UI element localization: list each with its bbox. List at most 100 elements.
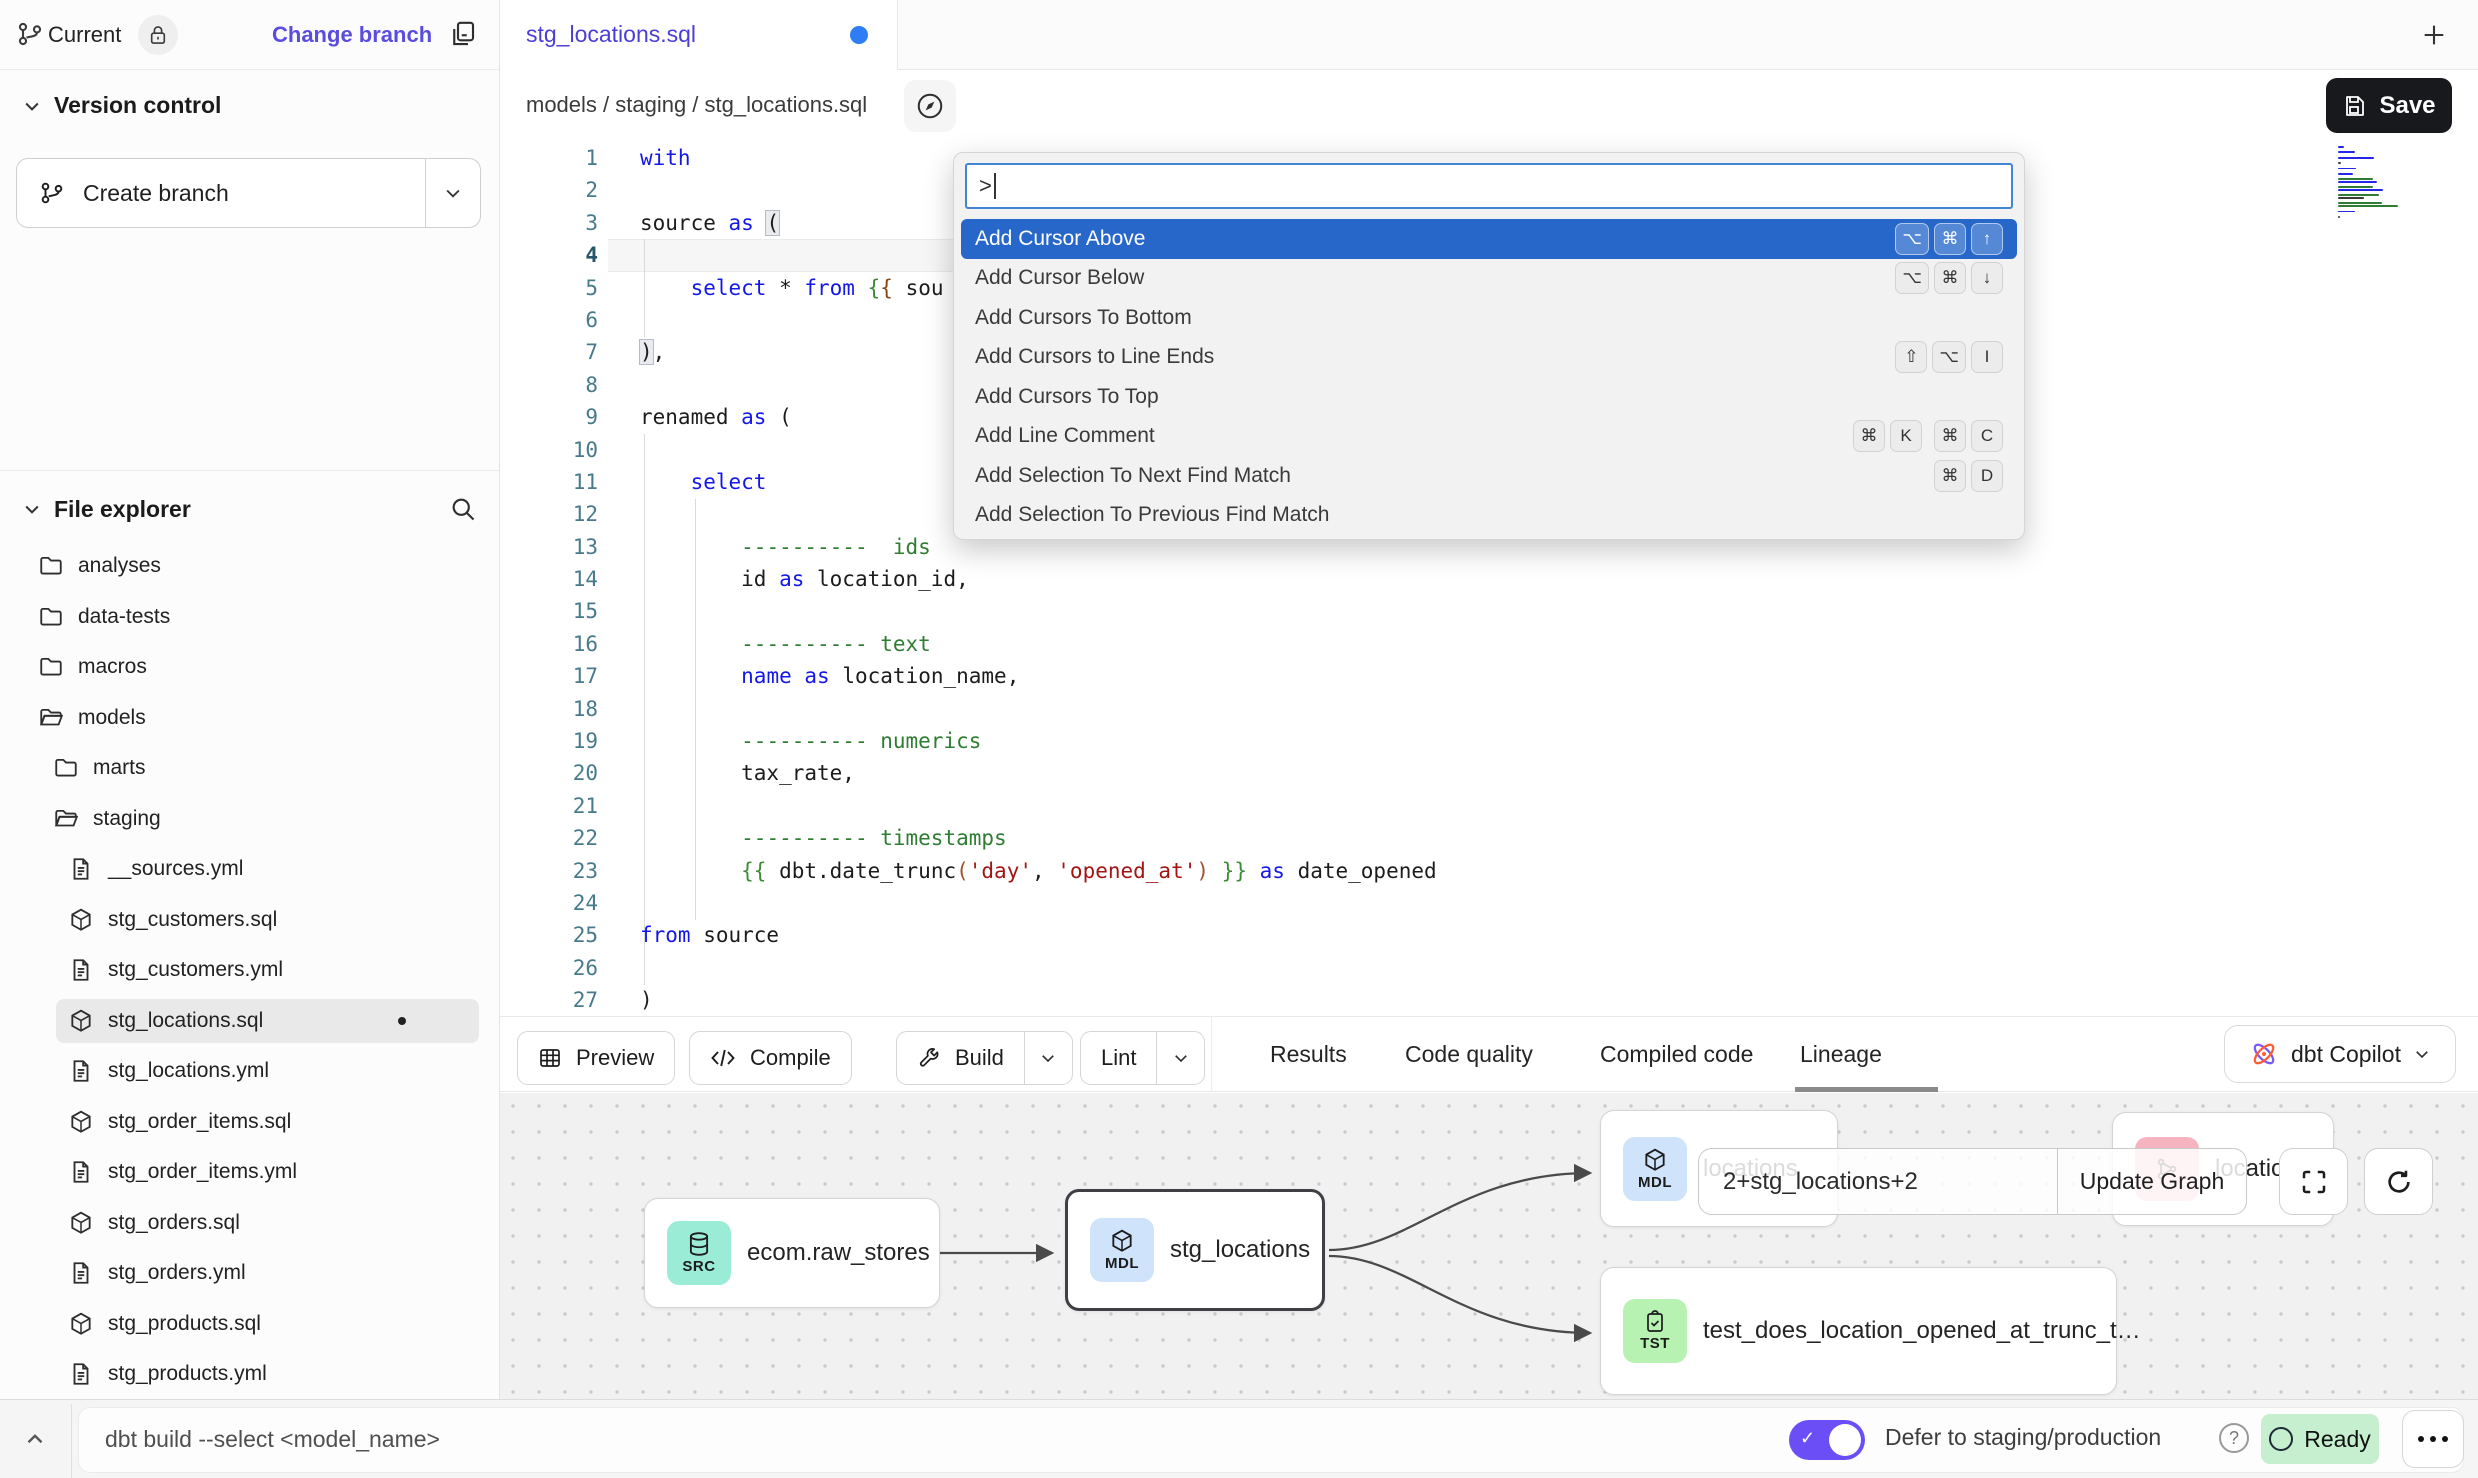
lineage-node-tst[interactable]: TSTtest_does_location_opened_at_trunc_t… <box>1600 1267 2117 1395</box>
file-icon <box>68 1361 94 1387</box>
panel-tab-results[interactable]: Results <box>1270 1017 1347 1091</box>
code-line-23[interactable]: 23 {{ dbt.date_trunc('day', 'opened_at')… <box>500 855 2478 887</box>
panel-tab-code-quality[interactable]: Code quality <box>1405 1017 1533 1091</box>
minimap[interactable] <box>2338 146 2404 219</box>
check-icon: ✓ <box>1800 1428 1815 1449</box>
chevron-up-icon[interactable] <box>22 1426 48 1452</box>
dbt-copilot-icon <box>2249 1039 2279 1069</box>
code-line-19[interactable]: 19 ---------- numerics <box>500 725 2478 757</box>
breadcrumb-row: models / staging / stg_locations.sql Sav… <box>500 70 2478 142</box>
palette-item-add-cursors-to-line-ends[interactable]: Add Cursors to Line Ends⇧⌥I <box>961 338 2017 378</box>
code-line-20[interactable]: 20 tax_rate, <box>500 757 2478 789</box>
save-button[interactable]: Save <box>2326 78 2452 133</box>
fullscreen-button[interactable] <box>2279 1148 2348 1215</box>
tab-stg-locations-sql[interactable]: stg_locations.sql <box>500 0 898 70</box>
palette-item-add-cursors-to-bottom[interactable]: Add Cursors To Bottom <box>961 298 2017 338</box>
divider <box>71 1404 72 1478</box>
minimap-line <box>2338 151 2355 153</box>
file-tree-item-analyses[interactable]: analyses <box>0 541 499 592</box>
file-tree-item-stg-orders-yml[interactable]: stg_orders.yml <box>0 1248 499 1299</box>
key-chip: D <box>1971 460 2003 492</box>
code-line-16[interactable]: 16 ---------- text <box>500 628 2478 660</box>
file-tree-item-data-tests[interactable]: data-tests <box>0 592 499 643</box>
file-name: stg_order_items.sql <box>108 1110 291 1134</box>
palette-query: > <box>979 173 992 199</box>
version-control-section-header[interactable]: Version control <box>22 92 221 119</box>
search-icon[interactable] <box>449 495 477 523</box>
file-tree-item-marts[interactable]: marts <box>0 743 499 794</box>
file-icon <box>68 957 94 983</box>
defer-toggle[interactable]: ✓ <box>1789 1420 1865 1460</box>
file-tree-item-macros[interactable]: macros <box>0 642 499 693</box>
file-tree: analysesdata-testsmacrosmodels marts stagi… <box>0 541 499 1400</box>
code-icon <box>710 1047 736 1069</box>
palette-item-add-selection-to-next-find-match[interactable]: Add Selection To Next Find Match⌘D <box>961 456 2017 496</box>
lint-label: Lint <box>1101 1045 1136 1071</box>
file-tree-item-stg-order-items-sql[interactable]: stg_order_items.sql <box>0 1097 499 1148</box>
create-branch-dropdown[interactable] <box>425 159 480 227</box>
code-line-22[interactable]: 22 ---------- timestamps <box>500 822 2478 854</box>
code-line-25[interactable]: 25from source <box>500 919 2478 951</box>
code-line-17[interactable]: 17 name as location_name, <box>500 660 2478 692</box>
plus-icon <box>2420 21 2448 49</box>
code-line-27[interactable]: 27) <box>500 984 2478 1016</box>
dbt-command-input[interactable]: dbt build --select <model_name> <box>105 1426 440 1453</box>
file-tree-item--sources-yml[interactable]: __sources.yml <box>0 844 499 895</box>
file-tree-item-stg-locations-yml[interactable]: stg_locations.yml <box>0 1046 499 1097</box>
create-branch-main[interactable]: Create branch <box>17 180 425 207</box>
file-tree-item-stg-order-items-yml[interactable]: stg_order_items.yml <box>0 1147 499 1198</box>
compile-button[interactable]: Compile <box>689 1031 852 1085</box>
file-tree-item-stg-products-yml[interactable]: stg_products.yml <box>0 1349 499 1400</box>
code-line-26[interactable]: 26 <box>500 952 2478 984</box>
create-branch-button[interactable]: Create branch <box>16 158 481 228</box>
palette-item-add-selection-to-previous-find-match[interactable]: Add Selection To Previous Find Match <box>961 496 2017 536</box>
command-palette-input[interactable]: > <box>965 163 2013 209</box>
code-line-21[interactable]: 21 <box>500 790 2478 822</box>
build-button[interactable]: Build <box>896 1031 1073 1085</box>
lineage-graph[interactable]: SRCecom.raw_storesMDLstg_locationsMDLloc… <box>500 1093 2478 1399</box>
breadcrumb[interactable]: models / staging / stg_locations.sql <box>526 92 867 118</box>
palette-item-add-cursors-to-top[interactable]: Add Cursors To Top <box>961 377 2017 417</box>
preview-button[interactable]: Preview <box>517 1031 675 1085</box>
file-explorer-header[interactable]: File explorer <box>22 495 477 523</box>
help-icon[interactable]: ? <box>2219 1423 2249 1453</box>
lineage-node-src[interactable]: SRCecom.raw_stores <box>644 1198 940 1308</box>
build-label: Build <box>955 1045 1004 1071</box>
code-line-15[interactable]: 15 <box>500 595 2478 627</box>
palette-item-add-cursor-above[interactable]: Add Cursor Above⌥⌘↑ <box>961 219 2017 259</box>
more-options-button[interactable] <box>2402 1410 2464 1468</box>
file-tree-item-stg-products-sql[interactable]: stg_products.sql <box>0 1299 499 1350</box>
palette-item-add-cursor-below[interactable]: Add Cursor Below⌥⌘↓ <box>961 259 2017 299</box>
file-tree-item-stg-locations-sql[interactable]: stg_locations.sql <box>0 996 499 1047</box>
code-line-18[interactable]: 18 <box>500 693 2478 725</box>
file-tree-item-stg-orders-sql[interactable]: stg_orders.sql <box>0 1198 499 1249</box>
file-tree-item-stg-customers-yml[interactable]: stg_customers.yml <box>0 945 499 996</box>
status-ready-badge[interactable]: Ready <box>2261 1414 2379 1464</box>
panel-tab-compiled-code[interactable]: Compiled code <box>1600 1017 1753 1091</box>
divider <box>1211 1017 1212 1091</box>
lineage-node-mdl[interactable]: MDLstg_locations <box>1065 1189 1325 1311</box>
copy-icon[interactable] <box>448 18 478 50</box>
panel-tab-lineage[interactable]: Lineage <box>1800 1017 1882 1091</box>
chevron-down-icon <box>1039 1049 1057 1067</box>
refresh-button[interactable] <box>2364 1148 2433 1215</box>
new-tab-button[interactable] <box>2412 13 2456 57</box>
lint-dropdown[interactable] <box>1156 1032 1204 1084</box>
lineage-filter-input[interactable] <box>1699 1149 2057 1214</box>
code-line-14[interactable]: 14 id as location_id, <box>500 563 2478 595</box>
build-dropdown[interactable] <box>1024 1032 1072 1084</box>
change-branch-link[interactable]: Change branch <box>272 22 432 48</box>
file-name: marts <box>93 756 146 780</box>
model-icon <box>68 1210 94 1236</box>
palette-item-add-line-comment[interactable]: Add Line Comment⌘K⌘C <box>961 417 2017 457</box>
lint-button[interactable]: Lint <box>1080 1031 1205 1085</box>
file-tree-item-staging[interactable]: staging <box>0 794 499 845</box>
minimap-line <box>2338 205 2398 207</box>
code-line-24[interactable]: 24 <box>500 887 2478 919</box>
file-tree-item-stg-customers-sql[interactable]: stg_customers.sql <box>0 895 499 946</box>
update-graph-button[interactable]: Update Graph <box>2057 1149 2246 1214</box>
dbt-copilot-button[interactable]: dbt Copilot <box>2224 1025 2456 1083</box>
canvas-view-button[interactable] <box>904 80 956 132</box>
command-palette-list: Add Cursor Above⌥⌘↑Add Cursor Below⌥⌘↓Ad… <box>954 219 2024 535</box>
file-tree-item-models[interactable]: models <box>0 693 499 744</box>
